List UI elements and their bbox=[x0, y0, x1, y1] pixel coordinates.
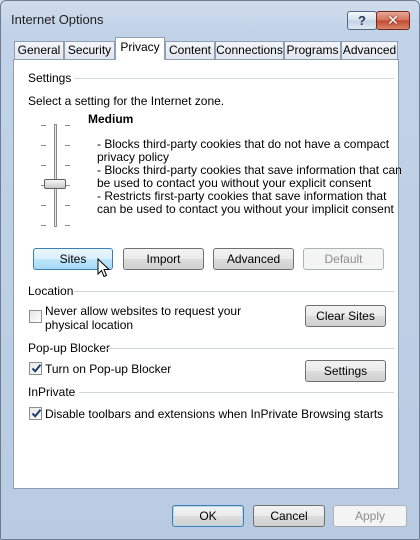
never-allow-location-label: Never allow websites to request your bbox=[45, 304, 242, 318]
default-button[interactable]: Default bbox=[303, 248, 384, 270]
privacy-level-slider-track[interactable] bbox=[54, 124, 57, 227]
tab-content[interactable]: Content bbox=[165, 41, 215, 59]
never-allow-location-label-cont: physical location bbox=[45, 318, 134, 332]
tab-programs[interactable]: Programs bbox=[284, 41, 341, 59]
ok-button[interactable]: OK bbox=[172, 505, 244, 527]
advanced-button[interactable]: Advanced bbox=[213, 248, 294, 270]
description-line: be used to contact you without your expl… bbox=[97, 176, 372, 190]
popup-blocker-divider bbox=[105, 348, 394, 349]
tab-security[interactable]: Security bbox=[64, 41, 115, 59]
title-bar[interactable]: Internet Options ? ✕ bbox=[1, 1, 419, 35]
settings-heading: Settings bbox=[28, 71, 72, 85]
description-line: - Restricts first-party cookies that sav… bbox=[97, 189, 387, 203]
inprivate-divider bbox=[79, 392, 394, 393]
disable-toolbars-checkbox[interactable] bbox=[29, 407, 42, 420]
disable-toolbars-label: Disable toolbars and extensions when InP… bbox=[45, 407, 384, 421]
internet-options-window: Internet Options ? ✕ General Security Pr… bbox=[0, 0, 420, 540]
apply-button[interactable]: Apply bbox=[333, 505, 407, 527]
description-line: can be used to contact you without your … bbox=[97, 202, 394, 216]
never-allow-location-checkbox[interactable] bbox=[29, 310, 42, 323]
description-line: - Blocks third-party cookies that do not… bbox=[97, 137, 390, 151]
privacy-level-name: Medium bbox=[88, 112, 134, 126]
import-button[interactable]: Import bbox=[123, 248, 204, 270]
inprivate-heading: InPrivate bbox=[28, 385, 76, 399]
settings-divider bbox=[74, 78, 394, 79]
tab-general[interactable]: General bbox=[14, 41, 64, 59]
tab-advanced[interactable]: Advanced bbox=[341, 41, 398, 59]
window-title: Internet Options bbox=[11, 12, 104, 27]
location-divider bbox=[74, 291, 394, 292]
popup-blocker-checkbox[interactable] bbox=[29, 362, 42, 375]
description-line: - Blocks third-party cookies that save i… bbox=[97, 163, 402, 177]
checkmark-icon bbox=[31, 364, 42, 373]
close-button[interactable]: ✕ bbox=[376, 11, 410, 30]
zone-intro-text: Select a setting for the Internet zone. bbox=[28, 94, 225, 108]
mouse-cursor-icon bbox=[97, 258, 111, 278]
cancel-button[interactable]: Cancel bbox=[253, 505, 325, 527]
close-icon: ✕ bbox=[387, 12, 399, 28]
help-icon: ? bbox=[358, 13, 366, 28]
tab-privacy[interactable]: Privacy bbox=[115, 37, 165, 60]
popup-settings-button[interactable]: Settings bbox=[305, 360, 386, 382]
popup-blocker-label: Turn on Pop-up Blocker bbox=[45, 362, 172, 376]
help-button[interactable]: ? bbox=[347, 11, 377, 30]
privacy-tab-panel bbox=[13, 59, 399, 489]
description-line: privacy policy bbox=[97, 150, 170, 164]
clear-sites-button[interactable]: Clear Sites bbox=[305, 305, 386, 327]
tab-connections[interactable]: Connections bbox=[215, 41, 284, 59]
privacy-level-slider-thumb[interactable] bbox=[44, 179, 66, 189]
checkmark-icon bbox=[31, 409, 42, 418]
location-heading: Location bbox=[28, 284, 74, 298]
popup-blocker-heading: Pop-up Blocker bbox=[28, 341, 111, 355]
